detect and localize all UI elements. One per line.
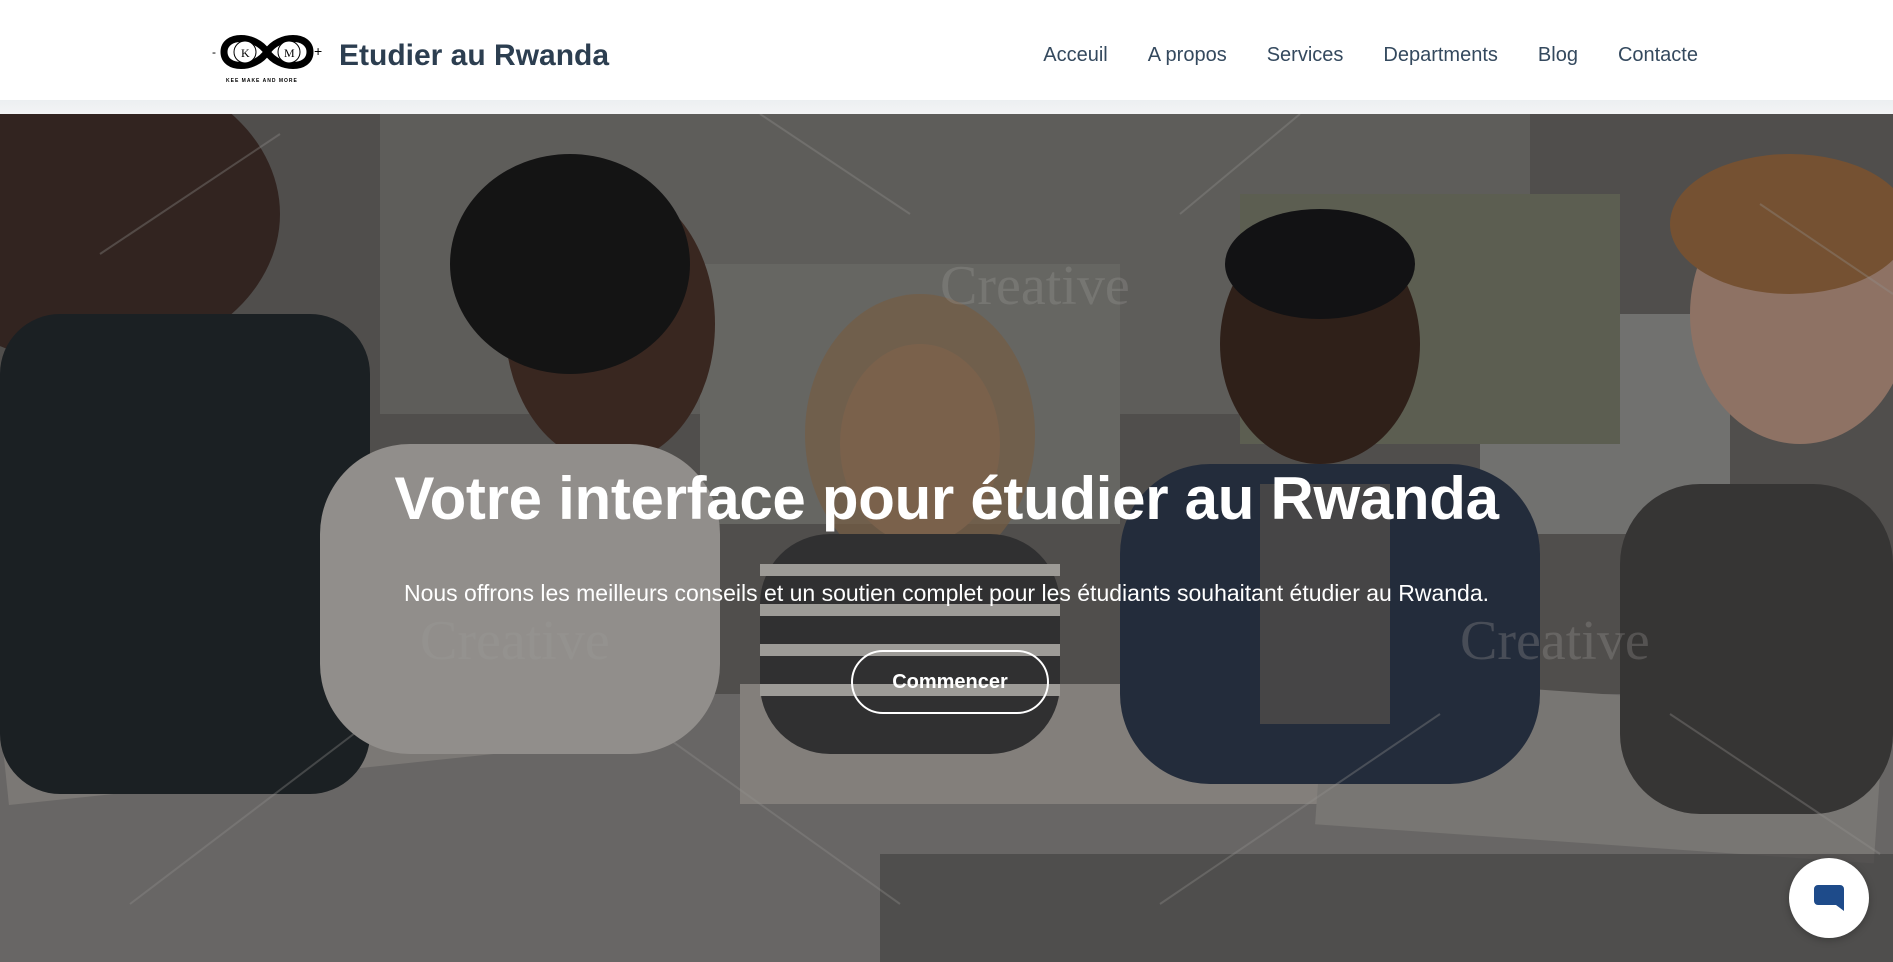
chat-bubble-icon: [1814, 885, 1844, 911]
svg-text:KEE MAKE AND MORE: KEE MAKE AND MORE: [226, 78, 298, 84]
nav-acceuil[interactable]: Acceuil: [1043, 44, 1107, 67]
site-header: - + K M KEE MAKE AND MORE Etudier au Rwa…: [0, 0, 1893, 100]
svg-text:-: -: [212, 45, 216, 59]
nav-departments[interactable]: Departments: [1383, 44, 1498, 67]
nav-a-propos[interactable]: A propos: [1148, 44, 1227, 67]
brand-name: Etudier au Rwanda: [339, 39, 610, 72]
hero-subtitle: Nous offrons les meilleurs conseils et u…: [403, 580, 1490, 606]
svg-text:+: +: [314, 43, 322, 59]
hero-title: Votre interface pour étudier au Rwanda: [394, 465, 1499, 532]
brand-link[interactable]: - + K M KEE MAKE AND MORE Etudier au Rwa…: [210, 26, 609, 86]
chat-widget-button[interactable]: [1789, 858, 1869, 938]
main-nav: Acceuil A propos Services Departments Bl…: [1043, 44, 1698, 67]
nav-blog[interactable]: Blog: [1538, 44, 1578, 67]
svg-text:K: K: [241, 46, 250, 60]
header-divider: [0, 100, 1893, 114]
svg-text:M: M: [284, 46, 295, 60]
hero-overlay: [0, 114, 1893, 962]
commencer-button[interactable]: Commencer: [851, 650, 1049, 714]
nav-contacte[interactable]: Contacte: [1618, 44, 1698, 67]
logo-infinity-icon: - + K M KEE MAKE AND MORE: [210, 26, 325, 86]
hero-section: Creative Creative Creative Votre interfa…: [0, 114, 1893, 962]
nav-services[interactable]: Services: [1267, 44, 1344, 67]
